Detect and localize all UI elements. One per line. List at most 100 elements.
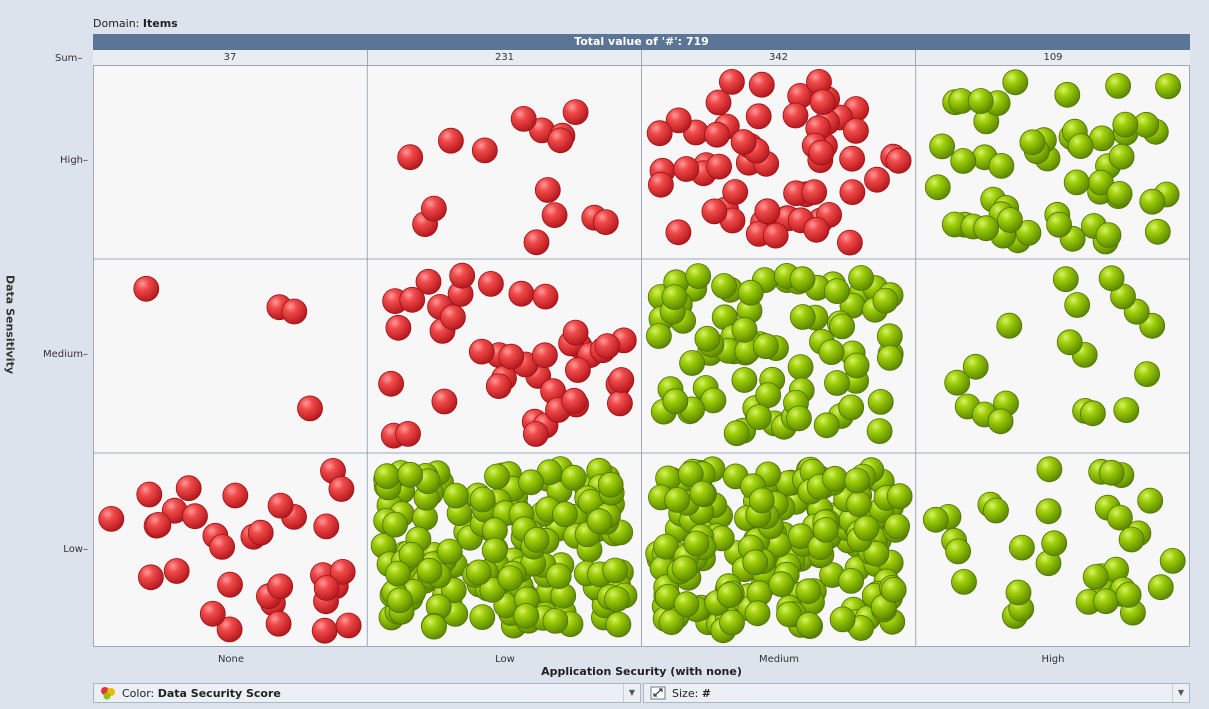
marker-red-low-medium[interactable] [508, 280, 535, 307]
marker-green-medium-medium[interactable] [679, 350, 705, 376]
marker-red-none-low[interactable] [138, 564, 164, 591]
marker-green-medium-medium[interactable] [867, 388, 894, 415]
marker-red-low-medium[interactable] [594, 333, 621, 360]
chevron-down-icon[interactable]: ▼ [623, 684, 640, 702]
marker-green-medium-low[interactable] [812, 516, 839, 543]
marker-green-high-low[interactable] [1159, 547, 1186, 574]
marker-red-low-medium[interactable] [564, 357, 591, 383]
marker-red-medium-high[interactable] [864, 166, 890, 193]
marker-red-medium-high[interactable] [730, 129, 757, 155]
marker-green-high-low[interactable] [983, 497, 1009, 524]
marker-green-high-high[interactable] [997, 207, 1023, 233]
marker-green-high-low[interactable] [1137, 487, 1164, 514]
marker-green-medium-low[interactable] [768, 571, 795, 598]
marker-green-medium-medium[interactable] [818, 339, 845, 366]
marker-green-high-low[interactable] [1036, 456, 1063, 483]
marker-green-medium-low[interactable] [844, 467, 870, 494]
marker-green-medium-low[interactable] [846, 491, 872, 517]
marker-green-high-high[interactable] [967, 88, 994, 114]
marker-green-low-low[interactable] [481, 537, 508, 564]
marker-green-low-low[interactable] [545, 563, 572, 590]
marker-red-low-medium[interactable] [485, 373, 512, 400]
marker-red-low-medium[interactable] [522, 421, 549, 447]
marker-green-high-medium[interactable] [1113, 397, 1140, 424]
marker-red-none-low[interactable] [209, 533, 236, 560]
marker-green-medium-medium[interactable] [824, 278, 850, 305]
marker-red-none-low[interactable] [163, 558, 190, 584]
marker-green-medium-medium[interactable] [685, 263, 712, 290]
marker-green-high-low[interactable] [1082, 564, 1109, 590]
marker-green-low-low[interactable] [602, 557, 628, 584]
marker-green-high-low[interactable] [1147, 574, 1174, 601]
marker-red-medium-high[interactable] [722, 179, 749, 205]
marker-red-low-medium[interactable] [562, 319, 589, 346]
marker-green-high-high[interactable] [1063, 169, 1090, 196]
marker-green-medium-medium[interactable] [737, 279, 764, 306]
marker-red-low-high[interactable] [523, 229, 550, 256]
marker-red-none-low[interactable] [313, 575, 340, 601]
marker-red-none-low[interactable] [267, 492, 294, 519]
marker-red-low-high[interactable] [510, 106, 537, 132]
marker-red-none-low[interactable] [267, 573, 294, 600]
marker-green-low-low[interactable] [385, 560, 412, 587]
marker-red-low-medium[interactable] [395, 420, 421, 447]
marker-green-low-low[interactable] [374, 463, 400, 490]
marker-red-medium-high[interactable] [745, 103, 772, 130]
marker-green-low-low[interactable] [397, 461, 424, 488]
marker-green-high-high[interactable] [929, 133, 955, 160]
marker-red-medium-high[interactable] [839, 145, 865, 172]
marker-green-medium-medium[interactable] [661, 284, 688, 311]
marker-red-low-medium[interactable] [468, 338, 495, 365]
marker-red-medium-high[interactable] [646, 120, 673, 147]
marker-red-low-high[interactable] [562, 99, 589, 125]
marker-green-high-low[interactable] [1107, 504, 1133, 531]
marker-green-medium-medium[interactable] [848, 265, 874, 291]
marker-green-low-low[interactable] [465, 559, 492, 586]
marker-green-low-low[interactable] [469, 486, 496, 513]
marker-green-medium-low[interactable] [853, 515, 880, 542]
marker-red-medium-high[interactable] [706, 153, 732, 180]
marker-red-low-medium[interactable] [498, 343, 525, 370]
marker-red-low-medium[interactable] [608, 367, 635, 393]
marker-red-none-medium[interactable] [297, 395, 323, 422]
marker-green-low-low[interactable] [597, 471, 624, 498]
marker-green-high-high[interactable] [924, 174, 951, 201]
marker-green-high-medium[interactable] [944, 369, 971, 396]
marker-red-none-low[interactable] [328, 476, 355, 502]
marker-green-low-low[interactable] [443, 482, 469, 509]
marker-green-medium-medium[interactable] [813, 412, 840, 439]
marker-green-medium-medium[interactable] [789, 304, 816, 330]
marker-green-low-low[interactable] [484, 463, 510, 490]
marker-green-high-low[interactable] [1115, 582, 1142, 608]
marker-red-medium-high[interactable] [704, 121, 730, 148]
marker-red-medium-high[interactable] [762, 222, 789, 249]
marker-red-medium-high[interactable] [885, 147, 912, 174]
marker-green-medium-medium[interactable] [824, 370, 850, 396]
marker-green-low-low[interactable] [469, 604, 496, 630]
marker-green-high-high[interactable] [1105, 72, 1131, 99]
scatter-plot[interactable] [93, 65, 1190, 647]
marker-green-high-low[interactable] [1118, 526, 1145, 553]
marker-green-high-high[interactable] [950, 148, 977, 174]
marker-green-medium-low[interactable] [664, 486, 690, 513]
marker-red-low-high[interactable] [397, 144, 424, 171]
marker-red-none-low[interactable] [217, 571, 243, 598]
marker-green-medium-low[interactable] [880, 576, 907, 603]
marker-green-high-high[interactable] [1112, 111, 1139, 138]
marker-red-low-medium[interactable] [385, 314, 412, 341]
marker-green-medium-medium[interactable] [662, 388, 689, 415]
marker-red-low-medium[interactable] [561, 387, 588, 414]
marker-green-high-high[interactable] [1067, 133, 1094, 159]
marker-red-medium-high[interactable] [808, 139, 835, 166]
marker-green-medium-low[interactable] [689, 480, 716, 507]
marker-red-low-high[interactable] [471, 137, 498, 164]
marker-green-medium-low[interactable] [886, 483, 913, 510]
marker-green-low-low[interactable] [518, 469, 544, 496]
marker-green-low-low[interactable] [552, 501, 578, 528]
marker-red-none-low[interactable] [247, 519, 274, 546]
marker-green-medium-medium[interactable] [786, 405, 812, 432]
marker-red-low-medium[interactable] [378, 370, 405, 397]
marker-green-medium-low[interactable] [683, 530, 710, 557]
marker-red-none-low[interactable] [222, 482, 249, 509]
marker-red-low-medium[interactable] [431, 388, 458, 415]
